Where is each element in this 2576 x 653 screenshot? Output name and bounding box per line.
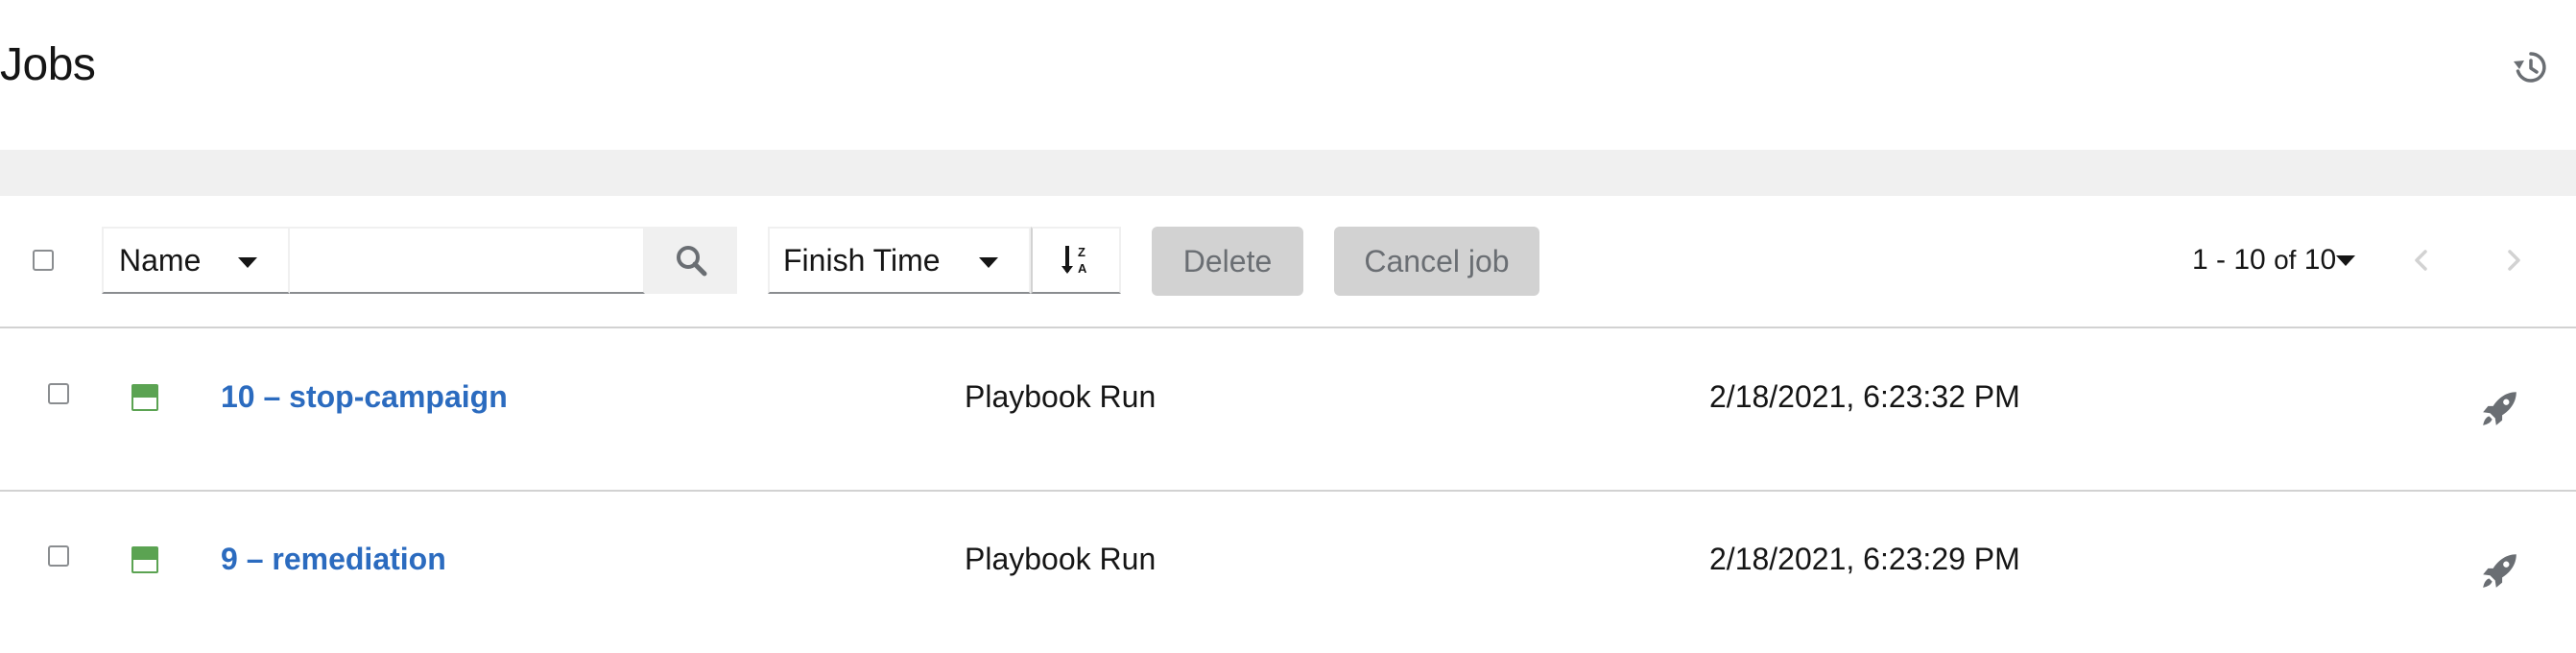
table-row: 9 – remediation Playbook Run 2/18/2021, … [0, 492, 2576, 653]
caret-down-icon [979, 257, 998, 268]
caret-down-icon [238, 257, 257, 268]
page-title: Jobs [0, 39, 96, 90]
jobs-toolbar: Name Finish Time Z A Delete Cancel job 1… [0, 196, 2576, 328]
table-row: 10 – stop-campaign Playbook Run 2/18/202… [0, 328, 2576, 492]
svg-text:A: A [1078, 261, 1087, 276]
job-type: Playbook Run [965, 542, 1157, 576]
chevron-left-icon[interactable] [2407, 246, 2436, 275]
search-icon [677, 246, 707, 277]
rocket-icon[interactable] [2480, 550, 2520, 591]
job-finish-time: 2/18/2021, 6:23:32 PM [1709, 379, 2020, 414]
row-checkbox[interactable] [48, 383, 69, 404]
select-all-checkbox[interactable] [33, 250, 54, 271]
filter-field-select[interactable]: Name [102, 227, 290, 294]
pagination-of: of [2274, 245, 2297, 275]
search-button[interactable] [645, 227, 737, 294]
delete-button[interactable]: Delete [1152, 227, 1303, 296]
pagination-range: 1 - 10 [2192, 244, 2266, 276]
caret-down-icon[interactable] [2336, 255, 2355, 266]
history-icon[interactable] [2511, 48, 2549, 86]
sort-field-select[interactable]: Finish Time [768, 227, 1031, 294]
row-checkbox[interactable] [48, 545, 69, 567]
job-type: Playbook Run [965, 379, 1157, 414]
filter-field-label: Name [119, 242, 202, 278]
page-header: Jobs [0, 0, 2576, 150]
svg-text:Z: Z [1078, 245, 1085, 259]
status-successful-icon [131, 546, 158, 573]
pagination-toggle[interactable]: 1 - 10 of 10 [2192, 244, 2336, 277]
sort-alpha-desc-icon: Z A [1061, 245, 1087, 276]
rocket-icon[interactable] [2480, 388, 2520, 428]
sort-field-label: Finish Time [783, 242, 941, 278]
job-name-link[interactable]: 9 – remediation [221, 542, 446, 577]
search-input[interactable] [290, 227, 645, 294]
chevron-right-icon[interactable] [2499, 246, 2528, 275]
cancel-job-button[interactable]: Cancel job [1334, 227, 1539, 296]
page-section-divider [0, 150, 2576, 196]
status-successful-icon [131, 384, 158, 411]
pagination-total: 10 [2303, 244, 2337, 276]
job-name-link[interactable]: 10 – stop-campaign [221, 379, 508, 415]
job-finish-time: 2/18/2021, 6:23:29 PM [1709, 542, 2020, 576]
sort-direction-button[interactable]: Z A [1031, 227, 1121, 294]
